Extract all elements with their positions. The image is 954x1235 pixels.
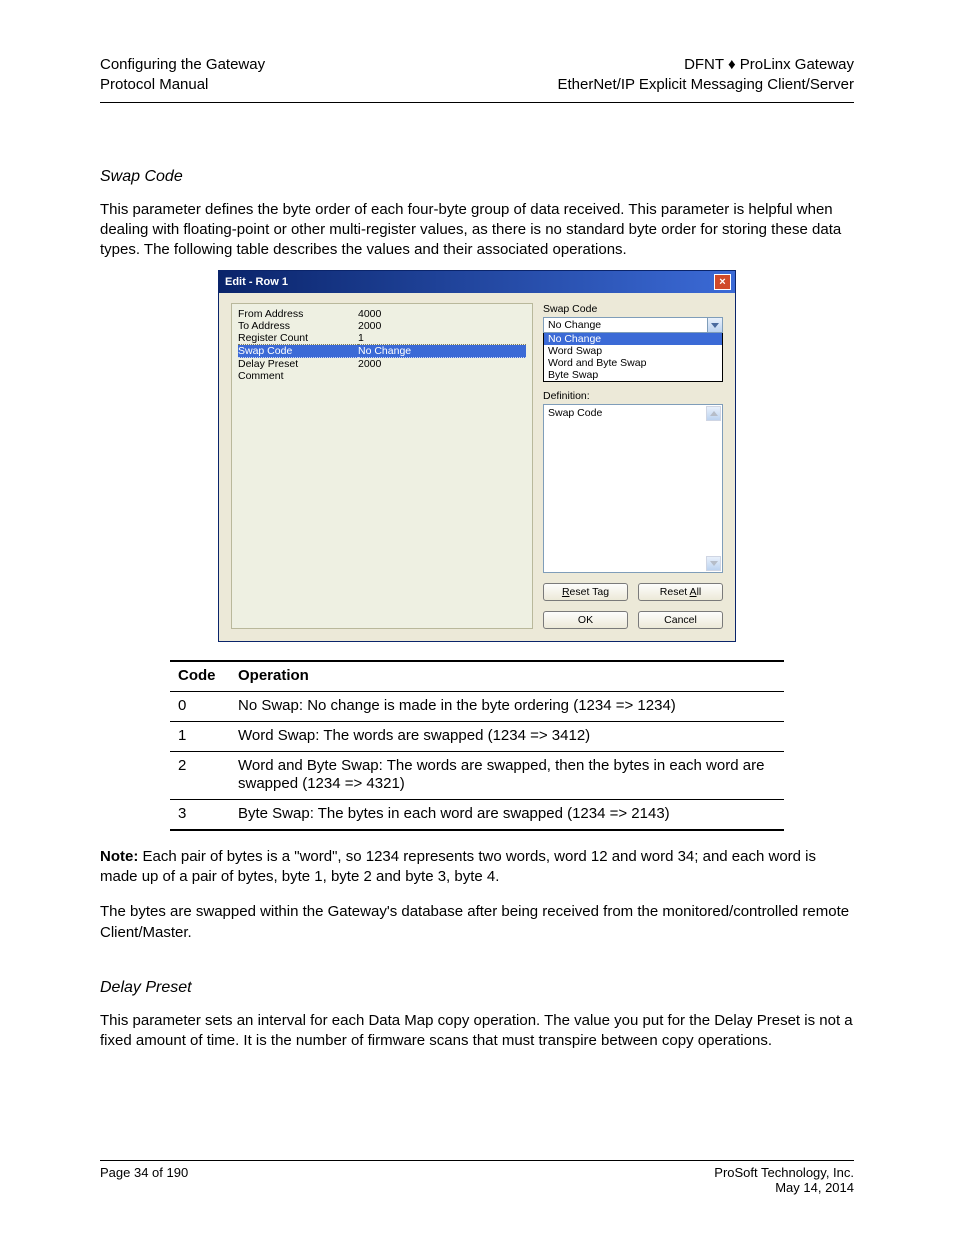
- dialog-titlebar[interactable]: Edit - Row 1 ×: [219, 271, 735, 293]
- scroll-down-icon[interactable]: [706, 556, 721, 571]
- swap-code-options[interactable]: No Change Word Swap Word and Byte Swap B…: [543, 333, 723, 382]
- header-right-line2: EtherNet/IP Explicit Messaging Client/Se…: [557, 75, 854, 95]
- header-left-line1: Configuring the Gateway: [100, 55, 265, 75]
- footer-company: ProSoft Technology, Inc.: [714, 1165, 854, 1180]
- btn-text: eset Tag: [570, 586, 610, 598]
- swap-code-label: Swap Code: [543, 303, 723, 315]
- list-item: Comment: [238, 370, 526, 382]
- footer-rule: [100, 1160, 854, 1161]
- intro-paragraph: This parameter defines the byte order of…: [100, 200, 854, 261]
- list-item: To Address2000: [238, 320, 526, 332]
- reset-tag-button[interactable]: Reset Tag: [543, 583, 628, 601]
- page-header: Configuring the Gateway Protocol Manual …: [100, 55, 854, 96]
- definition-label: Definition:: [543, 390, 723, 402]
- parameter-list[interactable]: From Address4000 To Address2000 Register…: [231, 303, 533, 629]
- table-header-code: Code: [170, 661, 230, 691]
- ok-button[interactable]: OK: [543, 611, 628, 629]
- note-lead: Note:: [100, 848, 143, 865]
- edit-row-dialog: Edit - Row 1 × From Address4000 To Addre…: [218, 270, 736, 642]
- option-word-swap[interactable]: Word Swap: [544, 345, 722, 357]
- scroll-up-icon[interactable]: [706, 406, 721, 421]
- option-word-byte-swap[interactable]: Word and Byte Swap: [544, 357, 722, 369]
- list-item: Register Count1: [238, 332, 526, 345]
- section-title-delay: Delay Preset: [100, 979, 854, 997]
- note-paragraph: Note: Each pair of bytes is a "word", so…: [100, 847, 854, 888]
- definition-textarea[interactable]: Swap Code: [543, 404, 723, 573]
- chevron-down-icon[interactable]: [707, 318, 722, 332]
- list-item-selected: Swap CodeNo Change: [238, 345, 526, 358]
- page-footer: Page 34 of 190 ProSoft Technology, Inc. …: [100, 1154, 854, 1196]
- table-row: 0 No Swap: No change is made in the byte…: [170, 692, 784, 722]
- option-no-change[interactable]: No Change: [544, 333, 722, 345]
- delay-paragraph: This parameter sets an interval for each…: [100, 1011, 854, 1052]
- footer-page: Page 34 of 190: [100, 1165, 188, 1180]
- table-row: 1 Word Swap: The words are swapped (1234…: [170, 721, 784, 751]
- close-icon[interactable]: ×: [714, 274, 731, 290]
- table-row: 2 Word and Byte Swap: The words are swap…: [170, 751, 784, 800]
- definition-text: Swap Code: [548, 407, 602, 419]
- option-byte-swap[interactable]: Byte Swap: [544, 369, 722, 381]
- list-item: From Address4000: [238, 308, 526, 320]
- footer-date: May 14, 2014: [775, 1180, 854, 1195]
- dialog-title-text: Edit - Row 1: [225, 276, 288, 288]
- table-header-operation: Operation: [230, 661, 784, 691]
- cancel-button[interactable]: Cancel: [638, 611, 723, 629]
- note-sub-paragraph: The bytes are swapped within the Gateway…: [100, 902, 854, 943]
- swap-code-table: Code Operation 0 No Swap: No change is m…: [170, 660, 784, 831]
- btn-text: Reset: [660, 586, 690, 598]
- combo-value: No Change: [544, 318, 707, 332]
- note-body: Each pair of bytes is a "word", so 1234 …: [100, 848, 816, 885]
- header-left-line2: Protocol Manual: [100, 75, 265, 95]
- list-item: Delay Preset2000: [238, 358, 526, 370]
- swap-code-combo[interactable]: No Change: [543, 317, 723, 333]
- reset-all-button[interactable]: Reset All: [638, 583, 723, 601]
- header-rule: [100, 102, 854, 103]
- section-title-swapcode: Swap Code: [100, 168, 854, 186]
- table-row: 3 Byte Swap: The bytes in each word are …: [170, 800, 784, 830]
- header-right-line1: DFNT ♦ ProLinx Gateway: [557, 55, 854, 75]
